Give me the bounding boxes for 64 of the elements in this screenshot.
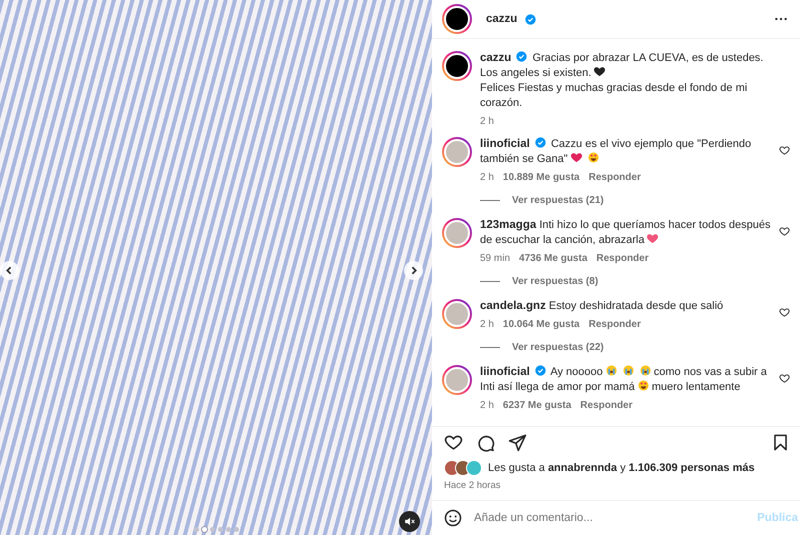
- carousel-dot[interactable]: [234, 527, 238, 532]
- muted-speaker-icon: [403, 515, 416, 528]
- like-count[interactable]: 10.064 Me gusta: [502, 319, 580, 330]
- carousel-dot[interactable]: [194, 527, 198, 532]
- timestamp: 2 h: [480, 400, 494, 411]
- heart-icon[interactable]: [779, 307, 790, 318]
- heart-icon: [570, 152, 582, 163]
- username[interactable]: candela.gnz: [480, 300, 546, 312]
- heart-icon[interactable]: [779, 226, 790, 237]
- heart-eyes-face-icon: [638, 380, 649, 391]
- comment-text: liinoficial Cazzu es el vivo ejemplo que "Perdiendo también se Gana": [480, 137, 752, 167]
- smiley-icon[interactable]: [444, 509, 462, 527]
- comment-text: liinoficial Ay nooooo como nos vas a subir a Inti así llega de amor por mamá muero lentamente: [480, 365, 768, 395]
- heart-icon[interactable]: [779, 373, 790, 384]
- heart-eyes-face-icon: [588, 152, 599, 163]
- reply-link[interactable]: Responder: [588, 172, 641, 183]
- view-replies-link[interactable]: Ver respuestas (22): [512, 342, 604, 353]
- heart-icon[interactable]: [779, 145, 790, 156]
- carousel-dot[interactable]: [218, 527, 222, 532]
- liker-avatars: [444, 460, 484, 476]
- comment-text: candela.gnz Estoy deshidratada desde que salió: [480, 299, 724, 314]
- avatar[interactable]: [442, 218, 472, 248]
- view-replies-link[interactable]: Ver respuestas (21): [512, 195, 604, 206]
- timestamp: 2 h: [480, 319, 494, 330]
- like-count[interactable]: 6237 Me gusta: [502, 400, 572, 411]
- muted-speaker-button[interactable]: [399, 511, 420, 532]
- reply-link[interactable]: Responder: [588, 319, 641, 330]
- more-options-icon[interactable]: [774, 17, 788, 21]
- avatar[interactable]: [442, 137, 472, 167]
- heart-icon[interactable]: [444, 433, 463, 452]
- username[interactable]: cazzu: [486, 13, 518, 25]
- heart-icon: [647, 233, 658, 244]
- avatar[interactable]: [442, 4, 472, 34]
- view-replies-link[interactable]: Ver respuestas (8): [512, 276, 598, 287]
- timestamp: 59 min: [480, 253, 510, 264]
- crying-face-icon: [606, 365, 617, 376]
- crying-face-icon: [640, 365, 651, 376]
- caption-text: cazzu Gracias por abrazar LA CUEVA, es de ustedes. Los angeles si existen. Felices Fiestas y muchas gracias desde el fondo de mi corazón.: [480, 51, 764, 111]
- username[interactable]: 123magga: [480, 219, 536, 231]
- timestamp: 2 h: [480, 116, 494, 127]
- crying-face-icon: [622, 365, 634, 376]
- comment-bubble-icon[interactable]: [476, 433, 495, 452]
- username[interactable]: liinoficial: [480, 138, 530, 150]
- carousel-dot[interactable]: [202, 527, 206, 532]
- comment-text: 123magga Inti hizo lo que queríamos hacer todos después de escuchar la canción, abrazarla: [480, 218, 771, 248]
- username[interactable]: cazzu: [480, 52, 512, 64]
- avatar[interactable]: [442, 51, 472, 81]
- reply-link[interactable]: Responder: [580, 400, 633, 411]
- likes-summary[interactable]: Les gusta a annabrennda y 1.106.309 personas más: [488, 462, 755, 474]
- post-time: Hace 2 horas: [432, 476, 800, 501]
- heart-icon: [594, 66, 606, 77]
- avatar[interactable]: [442, 365, 472, 395]
- avatar[interactable]: [442, 299, 472, 329]
- reply-link[interactable]: Responder: [596, 253, 649, 264]
- like-count[interactable]: 10.889 Me gusta: [502, 172, 580, 183]
- carousel-dot[interactable]: [226, 527, 230, 532]
- bookmark-icon[interactable]: [771, 433, 790, 452]
- paper-plane-icon[interactable]: [508, 433, 527, 452]
- previous-button[interactable]: [0, 261, 19, 280]
- carousel-dot[interactable]: [210, 527, 214, 532]
- next-button[interactable]: [404, 261, 423, 280]
- timestamp: 2 h: [480, 172, 494, 183]
- username[interactable]: liinoficial: [480, 366, 530, 378]
- like-count[interactable]: 4736 Me gusta: [519, 253, 588, 264]
